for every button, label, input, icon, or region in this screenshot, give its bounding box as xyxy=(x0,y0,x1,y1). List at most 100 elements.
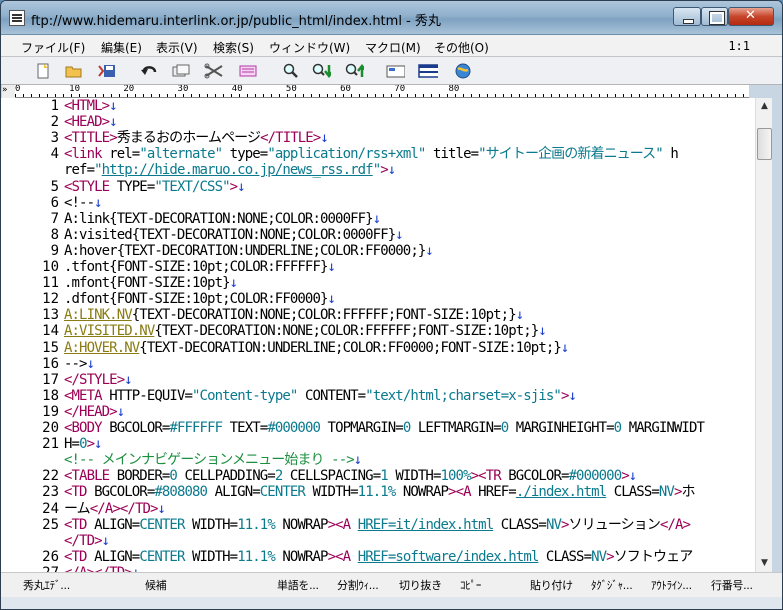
copy-icon[interactable] xyxy=(171,61,191,81)
line-number-gutter: 1 2 3 4 5 6 7 8 9 10 11 12 13 14 15 16 17 18 19 20 21 22 23 24 2… xyxy=(1,98,63,572)
menu-window[interactable]: ウィンドウ(W) xyxy=(269,39,350,56)
minimize-button[interactable] xyxy=(673,7,701,26)
code-line[interactable]: <HEAD>↓ xyxy=(64,114,118,130)
code-line[interactable]: A:hover{TEXT-DECORATION:UNDERLINE;COLOR:… xyxy=(64,243,434,259)
code-token: ↓ xyxy=(387,162,396,179)
code-line[interactable]: <META HTTP-EQUIV="Content-type" CONTENT=… xyxy=(64,387,577,404)
code-line[interactable]: -->↓ xyxy=(64,356,95,372)
code-line[interactable]: <TD ALIGN=CENTER WIDTH=11.1% NOWRAP><A H… xyxy=(64,516,691,533)
maximize-button[interactable] xyxy=(701,7,728,26)
menu-macro[interactable]: マクロ(M) xyxy=(365,39,421,56)
scroll-down-icon[interactable]: ▼ xyxy=(756,555,773,572)
fkey-8[interactable]: ｺﾋﾟｰ xyxy=(460,576,516,595)
title-bar[interactable]: ftp://www.hidemaru.interlink.or.jp/publi… xyxy=(1,1,782,35)
toolbar xyxy=(1,57,782,85)
fkey-11[interactable]: ｱｳﾄﾗｲﾝ... xyxy=(651,576,707,595)
menu-other[interactable]: その他(O) xyxy=(434,39,489,56)
find-prev-icon[interactable] xyxy=(344,61,364,81)
undo-icon[interactable] xyxy=(139,61,159,81)
cut-icon[interactable] xyxy=(204,61,224,81)
code-token: > xyxy=(621,468,629,485)
menu-view[interactable]: 表示(V) xyxy=(156,39,198,56)
code-line[interactable]: ーム</A></TD>↓ xyxy=(64,500,166,517)
menu-search[interactable]: 検索(S) xyxy=(213,39,254,56)
code-token: A:HOVER.NV xyxy=(64,339,140,356)
line-number: 25 xyxy=(42,516,59,533)
close-button[interactable] xyxy=(728,7,774,26)
menu-edit[interactable]: 編集(E) xyxy=(101,39,142,56)
line-number: 9 xyxy=(50,242,59,259)
find-next-icon[interactable] xyxy=(311,61,331,81)
paste-icon[interactable] xyxy=(237,61,257,81)
line-number: 16 xyxy=(42,355,59,372)
line-number: 24 xyxy=(42,500,59,517)
code-token: > xyxy=(380,162,388,179)
code-token: <TD xyxy=(64,548,95,565)
menu-file[interactable]: ファイル(F) xyxy=(21,39,85,56)
code-token: WIDTH= xyxy=(395,468,441,485)
code-token: ↓ xyxy=(132,565,140,572)
code-line[interactable]: <TABLE BORDER=0 CELLPADDING=2 CELLSPACIN… xyxy=(64,468,637,485)
code-token: <META xyxy=(64,387,110,404)
fkey-1[interactable]: 秀丸ｴﾃﾞ... xyxy=(23,576,93,595)
code-line[interactable]: A:link{TEXT-DECORATION:NONE;COLOR:0000FF… xyxy=(64,211,381,227)
code-token: 0 xyxy=(613,420,629,436)
fkey-5[interactable]: 単語を... xyxy=(277,576,333,595)
code-line[interactable]: <TITLE>秀まるおのホームページ</TITLE>↓ xyxy=(64,130,329,146)
new-file-icon[interactable] xyxy=(33,61,53,81)
editor-text-area[interactable]: 1 2 3 4 5 6 7 8 9 10 11 12 13 14 15 16 17 18 19 20 21 22 23 24 2… xyxy=(1,98,755,572)
line-number: 22 xyxy=(42,468,59,485)
save-icon[interactable] xyxy=(97,61,117,81)
code-token: ALIGN= xyxy=(94,548,140,565)
split-icon[interactable] xyxy=(418,61,438,81)
code-token: ↓ xyxy=(353,452,362,469)
code-line[interactable]: .dfont{FONT-SIZE:10pt;COLOR:FF0000}↓ xyxy=(64,291,336,307)
code-line[interactable]: A:VISITED.NV{TEXT-DECORATION:NONE;COLOR:… xyxy=(64,323,547,339)
code-line[interactable]: H=0>↓ xyxy=(64,436,103,453)
code-token: HREF=it/index.html xyxy=(357,516,494,533)
code-line[interactable]: <BODY BGCOLOR=#FFFFFF TEXT=#000000 TOPMA… xyxy=(64,420,705,436)
code-line[interactable]: <!--↓ xyxy=(64,195,103,211)
code-token: LEFTMARGIN= xyxy=(417,420,502,436)
code-line[interactable]: .tfont{FONT-SIZE:10pt;COLOR:FFFFFF}↓ xyxy=(64,259,336,275)
code-line[interactable]: <!-- メインナビゲーションメニュー始まり -->↓ xyxy=(64,452,362,469)
code-token: ↓ xyxy=(395,226,403,243)
code-line[interactable]: <STYLE TYPE="TEXT/CSS">↓ xyxy=(64,179,246,195)
fkey-7[interactable]: 切り抜き xyxy=(399,576,455,595)
code-token: NOWRAP xyxy=(282,548,328,565)
fkey-9[interactable]: 貼り付け xyxy=(530,576,586,595)
app-icon[interactable] xyxy=(9,10,25,26)
code-line[interactable]: </A></TD>↓ xyxy=(64,565,140,572)
code-token: ↓ xyxy=(109,98,117,114)
code-token: " xyxy=(94,162,102,179)
code-line[interactable]: A:LINK.NV{TEXT-DECORATION:NONE;COLOR:FFF… xyxy=(64,307,524,323)
line-number: 21 xyxy=(42,436,59,453)
window-icon[interactable] xyxy=(385,61,405,81)
search-icon[interactable] xyxy=(281,61,301,81)
code-line[interactable]: </HEAD>↓ xyxy=(64,404,125,420)
code-line[interactable]: <TD ALIGN=CENTER WIDTH=11.1% NOWRAP><A H… xyxy=(64,548,693,565)
scroll-thumb[interactable] xyxy=(757,128,772,160)
fkey-10[interactable]: ﾀｸﾞｼﾞｬ... xyxy=(591,576,647,595)
fkey-2[interactable]: 候補 xyxy=(145,576,205,595)
globe-icon[interactable] xyxy=(453,61,473,81)
code-token: .tfont{FONT-SIZE:10pt;COLOR:FFFFFF} xyxy=(64,259,328,275)
code-line[interactable]: </STYLE>↓ xyxy=(64,372,133,388)
code-line[interactable]: <TD BGCOLOR=#808080 ALIGN=CENTER WIDTH=1… xyxy=(64,484,696,500)
code-token: ↓ xyxy=(157,500,166,517)
code-token: 0 xyxy=(79,436,87,453)
code-token: </A> xyxy=(659,516,691,533)
code-line[interactable]: <HTML>↓ xyxy=(64,98,118,114)
fkey-6[interactable]: 分割ｳｨ... xyxy=(337,576,393,595)
code-line[interactable]: <link rel="alternate" type="application/… xyxy=(64,146,679,162)
open-folder-icon[interactable] xyxy=(64,61,84,81)
scroll-up-icon[interactable]: ▲ xyxy=(756,98,773,115)
vertical-scrollbar[interactable]: ▲ ▼ xyxy=(755,98,772,572)
code-line[interactable]: A:HOVER.NV{TEXT-DECORATION:UNDERLINE;COL… xyxy=(64,339,569,356)
code-line[interactable]: ref="http://hide.maruo.co.jp/news_rss.rd… xyxy=(64,162,396,179)
code-line[interactable]: </TD>↓ xyxy=(64,533,110,549)
code-line[interactable]: .mfont{FONT-SIZE:10pt}↓ xyxy=(64,275,238,291)
code-line[interactable]: A:visited{TEXT-DECORATION:NONE;COLOR:000… xyxy=(64,226,404,243)
line-number: 18 xyxy=(42,387,59,404)
fkey-12[interactable]: 行番号... xyxy=(711,576,771,595)
